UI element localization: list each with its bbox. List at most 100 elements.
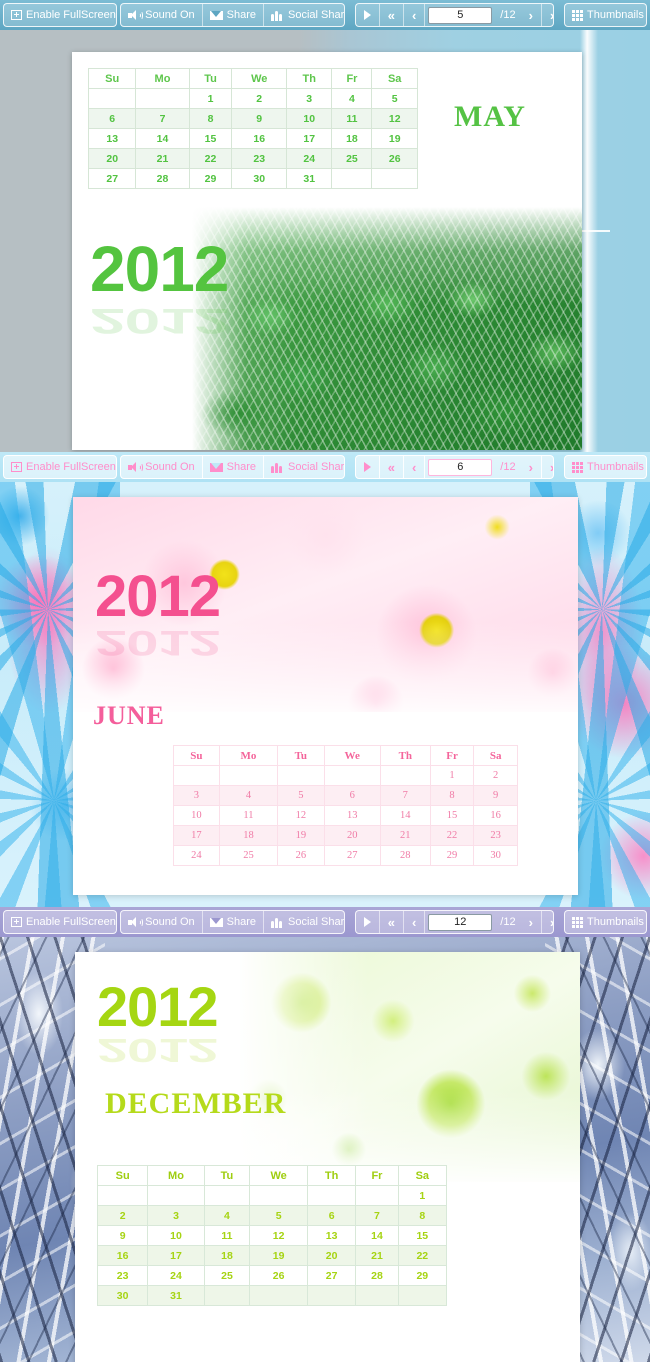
year-text: 2012	[90, 233, 229, 305]
next-page-button[interactable]: ›	[521, 456, 542, 478]
weekday-header: We	[249, 1165, 309, 1186]
next-page-button[interactable]: ›	[521, 911, 542, 933]
sound-toggle-button[interactable]: Sound On	[121, 456, 203, 478]
calendar-day-cell: 1	[188, 88, 233, 109]
calendar-day-cell: 21	[135, 148, 190, 169]
chevron-left-icon: ‹	[411, 7, 417, 23]
calendar-body: 1 2 3 4 5 6 7 8 9 10 11 12 13 14 15 16 17 18 19 20 21 22 23 24 2…	[96, 1185, 448, 1306]
envelope-icon	[209, 10, 223, 20]
last-page-button[interactable]: »	[542, 911, 553, 933]
social-share-button[interactable]: Social Share	[264, 4, 344, 26]
calendar-day-cell: 22	[429, 825, 475, 846]
page-stage-december[interactable]: 2012 2012 DECEMBER Su Mo Tu We Th Fr Sa 123456…	[0, 937, 650, 1362]
page-stage-june[interactable]: 2012 2012 JUNE Su Mo Tu We Th Fr Sa 1234567891…	[0, 482, 650, 907]
calendar-week-row: 2345678	[96, 1205, 448, 1226]
thumbnails-button[interactable]: Thumbnails	[565, 4, 646, 26]
calendar-empty-cell	[331, 168, 373, 189]
sound-label: Sound On	[145, 915, 195, 928]
speaker-icon	[128, 9, 144, 21]
page-number-input[interactable]	[428, 913, 493, 931]
double-chevron-right-icon: »	[550, 461, 553, 474]
calendar-day-cell: 18	[218, 825, 279, 846]
calendar-day-cell: 23	[473, 825, 518, 846]
last-page-button[interactable]: »	[542, 4, 553, 26]
people-icon	[271, 462, 284, 473]
chevron-left-icon: ‹	[411, 914, 417, 930]
chevron-left-icon: ‹	[411, 459, 417, 475]
calendar-day-cell: 24	[285, 148, 333, 169]
grid-icon	[572, 9, 584, 21]
calendar-day-cell: 9	[96, 1225, 149, 1246]
calendar-week-row: 3456789	[173, 785, 518, 806]
calendar-day-cell: 1	[397, 1185, 448, 1206]
calendar-day-cell: 22	[188, 148, 233, 169]
calendar-empty-cell	[135, 88, 190, 109]
calendar-empty-cell	[147, 1185, 205, 1206]
envelope-icon	[209, 917, 223, 927]
calendar-page-may[interactable]: Su Mo Tu We Th Fr Sa 1 2 3 4 5 6 7 8 9 10 11 12 13 14 15 16 17…	[72, 52, 582, 450]
social-share-button[interactable]: Social Share	[264, 456, 345, 478]
calendar-week-row: 10 11 12 13 14 15 16	[173, 805, 518, 826]
calendar-empty-cell	[249, 1185, 309, 1206]
year-label-june: 2012 2012	[95, 563, 221, 662]
calendar-day-cell: 10	[173, 805, 220, 826]
share-button[interactable]: Share	[203, 911, 265, 933]
enable-fullscreen-button[interactable]: Enable FullScreen	[4, 911, 116, 933]
calendar-week-row: 9 10 11 12 13 14 15	[96, 1225, 448, 1246]
year-reflection: 2012	[97, 1031, 218, 1070]
previous-page-button[interactable]: ‹	[404, 4, 426, 26]
first-page-button[interactable]: «	[380, 911, 404, 933]
calendar-day-cell: 24	[173, 845, 220, 866]
calendar-page-december[interactable]: 2012 2012 DECEMBER Su Mo Tu We Th Fr Sa 123456…	[75, 952, 580, 1362]
photo-green-flowers	[240, 952, 580, 1182]
calendar-day-cell: 11	[218, 805, 279, 826]
calendar-week-row: 17 18 19 20 21 22 23	[173, 825, 518, 846]
first-page-button[interactable]: «	[380, 456, 404, 478]
toolbar-thumbnails-group: Thumbnails	[564, 3, 647, 27]
page-number-input[interactable]	[428, 6, 493, 24]
calendar-day-cell: 16	[96, 1245, 149, 1266]
thumbnails-label: Thumbnails	[587, 915, 644, 928]
page-number-input[interactable]	[428, 458, 493, 476]
previous-page-button[interactable]: ‹	[404, 911, 426, 933]
share-button[interactable]: Share	[203, 456, 265, 478]
double-chevron-left-icon: «	[387, 914, 395, 930]
calendar-day-cell: 2	[231, 88, 287, 109]
calendar-week-row: 12345	[87, 88, 418, 109]
calendar-day-cell: 13	[87, 128, 137, 149]
calendar-day-cell: 8	[397, 1205, 448, 1226]
calendar-page-june[interactable]: 2012 2012 JUNE Su Mo Tu We Th Fr Sa 1234567891…	[73, 497, 578, 895]
autoplay-button[interactable]	[356, 4, 380, 26]
calendar-day-cell: 10	[285, 108, 333, 129]
thumbnails-button[interactable]: Thumbnails	[565, 911, 646, 933]
grid-icon	[572, 461, 584, 473]
calendar-day-cell: 6	[323, 785, 381, 806]
thumbnails-label: Thumbnails	[587, 8, 644, 21]
social-share-button[interactable]: Social Share	[264, 911, 344, 933]
first-page-button[interactable]: «	[380, 4, 404, 26]
toolbar-may: Enable FullScreen Sound On Share Social …	[0, 0, 650, 30]
thumbnails-button[interactable]: Thumbnails	[565, 456, 646, 478]
calendar-day-cell: 2	[96, 1205, 149, 1226]
next-page-button[interactable]: ›	[521, 4, 542, 26]
autoplay-button[interactable]	[356, 911, 380, 933]
social-share-label: Social Share	[288, 460, 345, 473]
page-stage-may[interactable]: Su Mo Tu We Th Fr Sa 1 2 3 4 5 6 7 8 9 10 11 12 13 14 15 16 17…	[0, 30, 650, 452]
calendar-week-row: 24 25 26 27 28 29 30	[173, 845, 518, 866]
share-button[interactable]: Share	[203, 4, 265, 26]
calendar-day-cell: 7	[135, 108, 190, 129]
calendar-day-cell: 5	[249, 1205, 309, 1226]
calendar-empty-cell	[203, 1285, 251, 1306]
enable-fullscreen-button[interactable]: Enable FullScreen	[4, 456, 116, 478]
enable-fullscreen-button[interactable]: Enable FullScreen	[4, 4, 116, 26]
calendar-day-cell: 16	[473, 805, 518, 826]
previous-page-button[interactable]: ‹	[404, 456, 426, 478]
autoplay-button[interactable]	[356, 456, 380, 478]
calendar-day-cell: 31	[147, 1285, 205, 1306]
sound-toggle-button[interactable]: Sound On	[121, 4, 203, 26]
weekday-header: Tu	[188, 68, 233, 89]
sound-toggle-button[interactable]: Sound On	[121, 911, 203, 933]
calendar-week-row: 13 14 15 16 17 18 19	[87, 128, 418, 149]
year-label-may: 2012 2012	[90, 232, 229, 341]
last-page-button[interactable]: »	[542, 456, 553, 478]
